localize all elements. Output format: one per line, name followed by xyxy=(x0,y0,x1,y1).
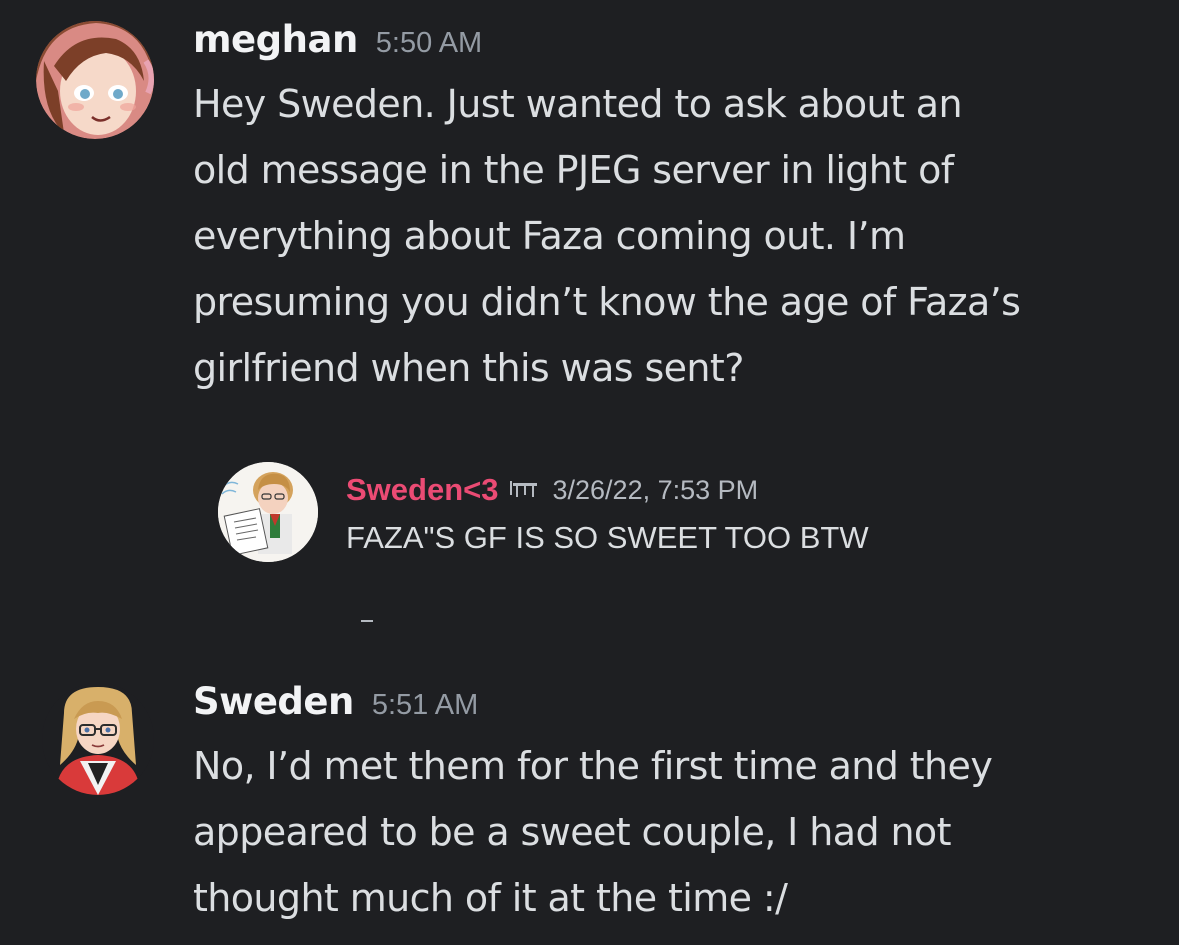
quoted-message-text: FAZA"S GF IS SO SWEET TOO BTW xyxy=(346,520,869,555)
anime-girl-avatar-icon xyxy=(36,21,154,139)
server-tag-icon xyxy=(509,477,541,503)
quoted-author-name[interactable]: Sweden<3 xyxy=(346,472,499,508)
message-timestamp[interactable]: 5:51 AM xyxy=(372,689,478,722)
quoted-message-embed[interactable]: Sweden<3 3/26/22, 7:53 PM FAZA"S GF IS S… xyxy=(218,460,978,570)
anime-blonde-glasses-avatar-icon xyxy=(42,683,154,795)
message-timestamp[interactable]: 5:50 AM xyxy=(376,27,482,60)
avatar-meghan[interactable] xyxy=(36,21,154,139)
author-name[interactable]: meghan xyxy=(193,18,358,61)
avatar-sweden[interactable] xyxy=(42,683,154,795)
author-name[interactable]: Sweden xyxy=(193,680,354,723)
message-text: No, I’d met them for the first time and … xyxy=(193,744,993,920)
anime-boy-sign-avatar-icon xyxy=(218,462,318,562)
message-text: Hey Sweden. Just wanted to ask about an … xyxy=(193,82,1021,390)
divider-mark xyxy=(361,620,373,622)
quoted-timestamp: 3/26/22, 7:53 PM xyxy=(552,474,759,505)
avatar-sweden-old[interactable] xyxy=(218,462,318,562)
